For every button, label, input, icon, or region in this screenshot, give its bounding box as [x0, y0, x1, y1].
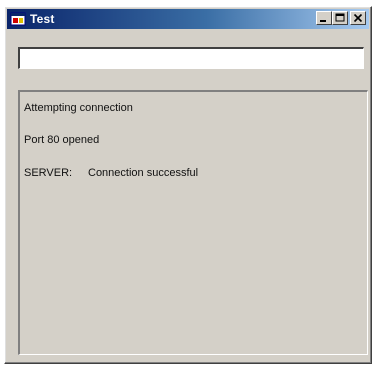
app-window-icon[interactable]	[10, 11, 26, 27]
address-input[interactable]	[18, 47, 364, 69]
minimize-icon	[320, 20, 326, 22]
close-icon	[353, 13, 363, 23]
log-panel[interactable]: Attempting connection Port 80 opened SER…	[18, 90, 368, 355]
log-line: Attempting connection	[24, 102, 133, 114]
maximize-button[interactable]	[332, 11, 348, 25]
title-bar[interactable]: Test	[7, 9, 369, 29]
log-line-text: Port 80 opened	[24, 134, 100, 146]
log-line: Port 80 opened	[24, 134, 99, 146]
minimize-button[interactable]	[316, 11, 332, 25]
window-title: Test	[30, 12, 55, 26]
log-line: SERVER: Connection successful	[24, 167, 198, 179]
app-window: Test Attempting connection Port 80 opene…	[4, 6, 372, 364]
log-line-prefix: SERVER:	[24, 167, 73, 179]
maximize-icon	[335, 13, 345, 22]
window-controls	[316, 11, 366, 25]
log-line-text: Connection successful	[88, 167, 199, 179]
close-button[interactable]	[350, 11, 366, 25]
log-line-text: Attempting connection	[24, 102, 133, 114]
